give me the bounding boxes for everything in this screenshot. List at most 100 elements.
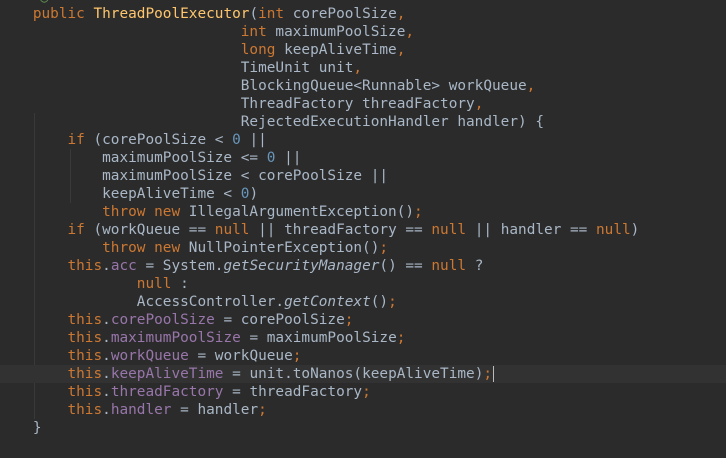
code-line[interactable]: AccessController.getContext(); [0, 293, 726, 311]
code-token: null [136, 276, 181, 292]
code-token: maximumPoolSize < corePoolSize || [15, 168, 389, 184]
code-token: this [67, 384, 103, 400]
code-token: this [67, 366, 103, 382]
code-token: , [405, 24, 415, 40]
code-line[interactable]: this.corePoolSize = corePoolSize; [0, 311, 726, 329]
code-token: ; [414, 204, 423, 220]
code-line[interactable]: BlockingQueue<Runnable> workQueue, [0, 77, 726, 95]
code-token: , [474, 96, 484, 112]
code-token: = System. [136, 258, 224, 274]
code-token: , [353, 60, 363, 76]
code-token: ) [249, 186, 259, 202]
code-token: TimeUnit unit [15, 60, 354, 76]
text-caret [493, 366, 495, 382]
code-token: null [431, 258, 475, 274]
code-line[interactable]: } [0, 419, 726, 437]
code-token: (workQueue == [93, 222, 215, 238]
code-token: () [370, 294, 389, 310]
code-line[interactable]: this.handler = handler; [0, 401, 726, 419]
code-token: maximumPoolSize <= [15, 150, 267, 166]
code-token: throw new [102, 240, 189, 256]
code-token: maximumPoolSize [275, 24, 406, 40]
code-token: (corePoolSize < [93, 132, 233, 148]
code-token: null [431, 222, 475, 238]
code-token: ( [249, 6, 259, 22]
code-line[interactable]: maximumPoolSize < corePoolSize || [0, 167, 726, 185]
code-line[interactable]: public ThreadPoolExecutor(int corePoolSi… [0, 5, 726, 23]
code-line[interactable]: this.keepAliveTime = unit.toNanos(keepAl… [0, 365, 726, 383]
code-token: 0 [232, 132, 241, 148]
code-token: null [214, 222, 259, 238]
code-line[interactable]: this.threadFactory = threadFactory; [0, 383, 726, 401]
code-token: ; [344, 312, 354, 328]
code-token: keepAliveTime [110, 366, 224, 382]
code-token: = maximumPoolSize [240, 330, 397, 346]
code-line[interactable]: if (corePoolSize < 0 || [0, 131, 726, 149]
code-token: maximumPoolSize [110, 330, 241, 346]
code-token: ; [483, 366, 493, 382]
code-line[interactable]: throw new IllegalArgumentException(); [0, 203, 726, 221]
code-token: getSecurityManager [223, 258, 380, 274]
code-token: ; [388, 294, 397, 310]
code-token: keepAliveTime < [15, 186, 241, 202]
code-line[interactable]: int maximumPoolSize, [0, 23, 726, 41]
code-line[interactable]: this.acc = System.getSecurityManager() =… [0, 257, 726, 275]
code-token: . [102, 402, 111, 418]
code-token: = unit.toNanos(keepAliveTime) [223, 366, 484, 382]
code-line[interactable]: TimeUnit unit, [0, 59, 726, 77]
code-token: int [258, 6, 293, 22]
code-line[interactable]: maximumPoolSize <= 0 || [0, 149, 726, 167]
code-token: acc [110, 258, 137, 274]
code-token: IllegalArgumentException() [188, 204, 415, 220]
code-token: corePoolSize [110, 312, 215, 328]
code-token: public [32, 6, 94, 22]
code-token: () == [379, 258, 432, 274]
code-token: this [67, 348, 103, 364]
code-line[interactable]: null : [0, 275, 726, 293]
code-token: = handler [171, 402, 259, 418]
code-token: } [15, 420, 42, 436]
code-token: || [240, 132, 267, 148]
code-token: int [240, 24, 276, 40]
code-line[interactable]: if (workQueue == null || threadFactory =… [0, 221, 726, 239]
code-token: if [67, 222, 94, 238]
code-line[interactable]: ThreadFactory threadFactory, [0, 95, 726, 113]
code-token: keepAliveTime [284, 42, 397, 58]
code-line[interactable]: keepAliveTime < 0) [0, 185, 726, 203]
code-token: ThreadPoolExecutor [93, 6, 250, 22]
code-token: RejectedExecutionHandler handler) { [15, 114, 544, 130]
code-editor[interactable]: ◡ public ThreadPoolExecutor(int corePool… [0, 0, 726, 458]
code-token: ; [362, 384, 371, 400]
code-token: = threadFactory [223, 384, 363, 400]
code-token: , [396, 42, 406, 58]
code-line[interactable]: throw new NullPointerException(); [0, 239, 726, 257]
code-token: , [396, 6, 406, 22]
code-line[interactable]: this.maximumPoolSize = maximumPoolSize; [0, 329, 726, 347]
code-token: workQueue [110, 348, 189, 364]
code-line[interactable]: this.workQueue = workQueue; [0, 347, 726, 365]
code-token: ? [474, 258, 484, 274]
code-token: . [102, 330, 111, 346]
code-token: throw new [102, 204, 189, 220]
code-token: corePoolSize [292, 6, 397, 22]
code-token: null [596, 222, 631, 238]
code-token: . [102, 348, 111, 364]
code-line[interactable]: long keepAliveTime, [0, 41, 726, 59]
code-token: ThreadFactory threadFactory [15, 96, 475, 112]
code-line[interactable]: RejectedExecutionHandler handler) { [0, 113, 726, 131]
code-token: || [275, 150, 302, 166]
code-token: . [102, 312, 111, 328]
code-token: handler [110, 402, 172, 418]
